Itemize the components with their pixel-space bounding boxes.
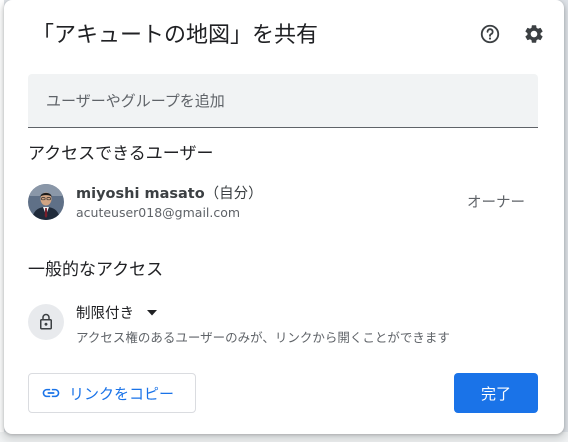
add-people-field[interactable] <box>28 74 538 128</box>
user-email: acuteuser018@gmail.com <box>76 205 241 220</box>
avatar <box>28 184 64 220</box>
user-self-suffix: （自分） <box>204 186 263 202</box>
users-section-title: アクセスできるユーザー <box>28 144 214 164</box>
user-name: miyoshi masato（自分） <box>76 182 263 203</box>
general-access-dropdown[interactable]: 制限付き <box>76 302 158 323</box>
copy-link-button[interactable]: リンクをコピー <box>28 373 196 413</box>
gear-icon[interactable] <box>522 22 546 46</box>
user-name-text: miyoshi masato <box>76 186 205 202</box>
copy-link-label: リンクをコピー <box>69 384 175 403</box>
lock-icon <box>28 304 64 340</box>
user-role: オーナー <box>467 195 525 211</box>
general-access-selected: 制限付き <box>76 306 134 322</box>
share-dialog: 「アキュートの地図」を共有 アクセスできるユーザー miyoshi m <box>4 0 564 434</box>
add-people-input[interactable] <box>28 74 538 127</box>
general-access-title: 一般的なアクセス <box>28 260 164 280</box>
done-button[interactable]: 完了 <box>454 373 538 413</box>
general-access-description: アクセス権のあるユーザーのみが、リンクから開くことができます <box>76 330 450 345</box>
link-icon <box>41 383 61 403</box>
dialog-title: 「アキュートの地図」を共有 <box>32 23 319 48</box>
help-icon[interactable] <box>478 22 502 46</box>
chevron-down-icon <box>146 309 158 317</box>
